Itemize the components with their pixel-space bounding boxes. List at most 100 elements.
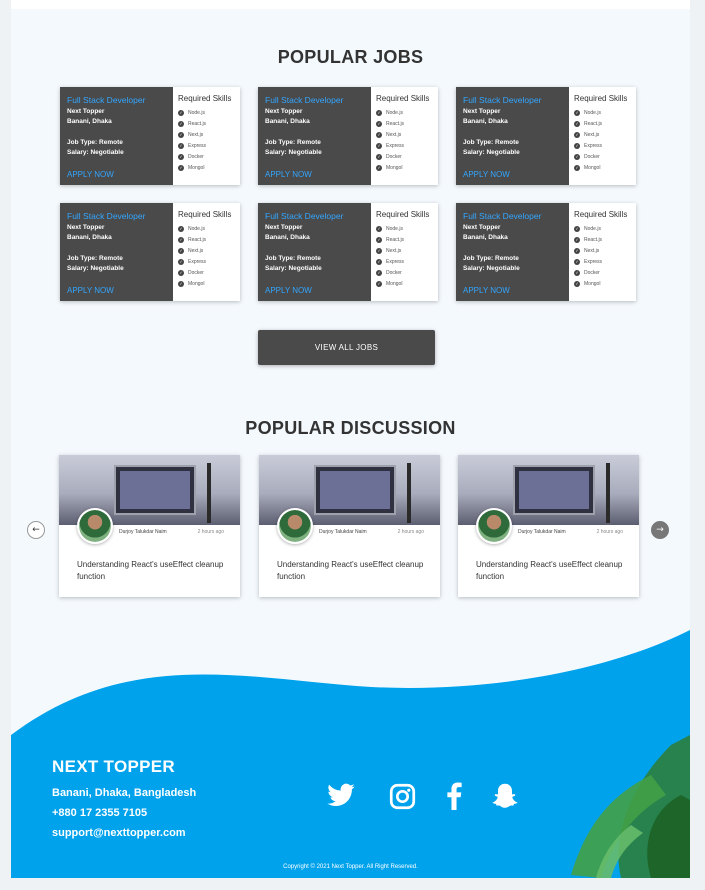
skill-label: MongoI — [188, 280, 205, 287]
discussion-title[interactable]: Understanding React's useEffect cleanup … — [77, 559, 227, 583]
laptop-illustration — [513, 465, 595, 515]
job-salary: Salary: Negotiable — [67, 265, 124, 272]
job-company: Next Topper — [463, 108, 501, 115]
twitter-icon — [327, 783, 355, 807]
job-location: Banani, Dhaka — [67, 234, 112, 241]
apply-now-link[interactable]: APPLY NOW — [265, 286, 312, 295]
facebook-link[interactable] — [438, 780, 470, 812]
job-title[interactable]: Full Stack Developer — [463, 95, 562, 105]
discussion-title[interactable]: Understanding React's useEffect cleanup … — [476, 559, 626, 583]
author-name[interactable]: Durjoy Talukdar Naim — [319, 529, 367, 535]
skill-item: ✓ Docker — [376, 151, 433, 162]
author-name[interactable]: Durjoy Talukdar Naim — [119, 529, 167, 535]
discussion-title[interactable]: Understanding React's useEffect cleanup … — [277, 559, 427, 583]
check-circle-icon: ✓ — [178, 225, 184, 232]
check-circle-icon: ✓ — [178, 142, 184, 149]
job-card[interactable]: Full Stack Developer Next Topper Banani,… — [60, 87, 240, 185]
job-title[interactable]: Full Stack Developer — [67, 95, 166, 105]
author-avatar[interactable] — [476, 508, 512, 544]
apply-now-link[interactable]: APPLY NOW — [463, 170, 510, 179]
skill-item: ✓ Node.js — [574, 107, 631, 118]
footer-phone[interactable]: +880 17 2355 7105 — [52, 807, 147, 819]
check-circle-icon: ✓ — [574, 225, 580, 232]
job-salary: Salary: Negotiable — [265, 265, 322, 272]
check-circle-icon: ✓ — [376, 258, 382, 265]
instagram-link[interactable] — [386, 780, 418, 812]
required-skills: Required Skills ✓ Node.js ✓ React.js ✓ Next.j… — [569, 87, 636, 185]
job-location: Banani, Dhaka — [265, 118, 310, 125]
skill-label: Docker — [386, 269, 402, 276]
twitter-link[interactable] — [325, 780, 357, 812]
skill-label: Next.js — [584, 131, 600, 138]
job-card[interactable]: Full Stack Developer Next Topper Banani,… — [60, 203, 240, 301]
facebook-icon — [447, 782, 462, 810]
job-card[interactable]: Full Stack Developer Next Topper Banani,… — [258, 203, 438, 301]
job-type: Job Type: Remote — [463, 139, 519, 146]
required-skills-title: Required Skills — [376, 94, 430, 103]
job-company: Next Topper — [265, 224, 303, 231]
skill-item: ✓ Node.js — [574, 223, 631, 234]
skill-label: Express — [188, 142, 207, 149]
view-all-jobs-button[interactable]: VIEW ALL JOBS — [258, 330, 435, 365]
author-name[interactable]: Durjoy Talukdar Naim — [518, 529, 566, 535]
job-info: Full Stack Developer Next Topper Banani,… — [258, 203, 371, 301]
check-circle-icon: ✓ — [574, 269, 580, 276]
skill-label: MongoI — [584, 280, 601, 287]
skill-item: ✓ React.js — [574, 234, 631, 245]
job-title[interactable]: Full Stack Developer — [265, 211, 364, 221]
job-title[interactable]: Full Stack Developer — [463, 211, 562, 221]
author-avatar[interactable] — [77, 508, 113, 544]
skill-label: Node.js — [188, 225, 205, 232]
job-card[interactable]: Full Stack Developer Next Topper Banani,… — [456, 87, 636, 185]
skill-item: ✓ Docker — [178, 151, 235, 162]
job-info: Full Stack Developer Next Topper Banani,… — [456, 203, 569, 301]
check-circle-icon: ✓ — [178, 164, 184, 171]
apply-now-link[interactable]: APPLY NOW — [67, 286, 114, 295]
skill-label: Node.js — [584, 109, 601, 116]
skill-label: Docker — [584, 153, 600, 160]
skill-item: ✓ MongoI — [574, 278, 631, 289]
skill-item: ✓ Next.js — [376, 245, 433, 256]
required-skills: Required Skills ✓ Node.js ✓ React.js ✓ Next.j… — [371, 87, 438, 185]
skill-label: Docker — [584, 269, 600, 276]
carousel-prev-button[interactable]: ← — [27, 521, 45, 539]
check-circle-icon: ✓ — [376, 280, 382, 287]
skill-item: ✓ Next.js — [178, 245, 235, 256]
arrow-right-icon: → — [656, 525, 664, 535]
lamp-illustration — [606, 463, 610, 523]
page-bottom-strip — [0, 878, 705, 890]
skill-item: ✓ React.js — [574, 118, 631, 129]
job-card[interactable]: Full Stack Developer Next Topper Banani,… — [258, 87, 438, 185]
job-card[interactable]: Full Stack Developer Next Topper Banani,… — [456, 203, 636, 301]
skill-item: ✓ Node.js — [376, 107, 433, 118]
skill-label: Docker — [188, 153, 204, 160]
footer: NEXT TOPPER Banani, Dhaka, Bangladesh +8… — [11, 625, 690, 878]
discussion-card[interactable]: Durjoy Talukdar Naim 2 hours ago Underst… — [59, 455, 240, 597]
skill-label: Node.js — [386, 225, 403, 232]
skill-item: ✓ MongoI — [376, 162, 433, 173]
check-circle-icon: ✓ — [574, 247, 580, 254]
skill-item: ✓ MongoI — [178, 162, 235, 173]
snapchat-link[interactable] — [489, 780, 521, 812]
skill-label: React.js — [584, 236, 603, 243]
apply-now-link[interactable]: APPLY NOW — [265, 170, 312, 179]
job-title[interactable]: Full Stack Developer — [265, 95, 364, 105]
arrow-left-icon: ← — [32, 525, 40, 535]
job-salary: Salary: Negotiable — [463, 265, 520, 272]
post-time: 2 hours ago — [596, 529, 623, 535]
discussion-card[interactable]: Durjoy Talukdar Naim 2 hours ago Underst… — [458, 455, 639, 597]
discussion-card[interactable]: Durjoy Talukdar Naim 2 hours ago Underst… — [259, 455, 440, 597]
carousel-next-button[interactable]: → — [651, 521, 669, 539]
popular-jobs-title: POPULAR JOBS — [277, 47, 424, 67]
check-circle-icon: ✓ — [178, 258, 184, 265]
check-circle-icon: ✓ — [574, 164, 580, 171]
author-avatar[interactable] — [277, 508, 313, 544]
apply-now-link[interactable]: APPLY NOW — [67, 170, 114, 179]
skill-label: MongoI — [188, 164, 205, 171]
apply-now-link[interactable]: APPLY NOW — [463, 286, 510, 295]
skill-item: ✓ Node.js — [376, 223, 433, 234]
skill-item: ✓ Express — [574, 140, 631, 151]
footer-email[interactable]: support@nexttopper.com — [52, 827, 186, 839]
skill-item: ✓ Express — [376, 256, 433, 267]
job-title[interactable]: Full Stack Developer — [67, 211, 166, 221]
